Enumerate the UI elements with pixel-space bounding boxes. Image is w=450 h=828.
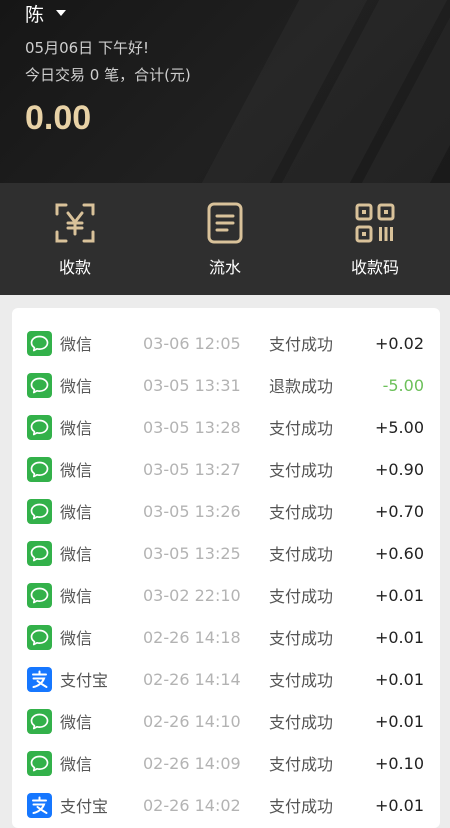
transaction-time: 02-26 14:02 [143,795,241,815]
transaction-time: 03-06 12:05 [143,333,241,353]
channel-name: 支付宝 [60,671,109,690]
action-bar: 收款 流水 收款码 [0,183,450,295]
transaction-status: 支付成功 [269,419,334,438]
transaction-time: 03-05 13:27 [143,459,241,479]
transaction-status: 支付成功 [269,713,334,732]
transaction-status: 支付成功 [269,755,334,774]
qr-code-button[interactable]: 收款码 [300,183,450,295]
channel-name: 微信 [60,545,93,564]
transaction-amount: +0.01 [374,585,424,605]
wechat-icon [27,330,52,356]
transaction-status: 支付成功 [269,461,334,480]
transaction-row[interactable]: 微信 03-05 13:25 支付成功 +0.60 [12,532,440,574]
transaction-amount: +0.01 [374,711,424,731]
header: 陈 05月06日 下午好! 今日交易 0 笔，合计(元) 0.00 [0,0,450,183]
channel-name: 微信 [60,587,93,606]
wechat-icon [27,456,52,482]
transaction-amount: +5.00 [374,417,424,437]
channel-name: 微信 [60,419,93,438]
alipay-icon [27,666,52,692]
yuan-scan-icon [55,203,95,243]
channel-name: 微信 [60,503,93,522]
action-label: 收款 [58,258,91,277]
alipay-icon [27,792,52,818]
document-icon [207,202,243,244]
transaction-row[interactable]: 微信 03-06 12:05 支付成功 +0.02 [12,322,440,364]
transaction-status: 支付成功 [269,335,334,354]
wechat-icon [27,498,52,524]
transaction-row[interactable]: 微信 02-26 14:18 支付成功 +0.01 [12,616,440,658]
action-label: 收款码 [350,258,399,277]
transaction-row[interactable]: 支付宝 02-26 14:02 支付成功 +0.01 [12,784,440,826]
channel-name: 支付宝 [60,797,109,816]
wechat-icon [27,750,52,776]
transaction-status: 支付成功 [269,587,334,606]
action-label: 流水 [208,258,241,277]
transaction-status: 支付成功 [269,671,334,690]
user-name: 陈 [25,3,45,26]
transaction-amount: +0.02 [374,333,424,353]
transaction-amount: +0.70 [374,501,424,521]
transaction-amount: +0.01 [374,669,424,689]
qr-code-icon [355,203,395,243]
transaction-list: 微信 03-06 12:05 支付成功 +0.02 微信 03-05 13:31 退款成功 -… [12,308,440,828]
transaction-amount: +0.01 [374,795,424,815]
transaction-time: 02-26 14:09 [143,753,241,773]
transaction-time: 02-26 14:14 [143,669,241,689]
ledger-button[interactable]: 流水 [150,183,300,295]
transaction-status: 支付成功 [269,629,334,648]
transaction-row[interactable]: 支付宝 02-26 14:14 支付成功 +0.01 [12,658,440,700]
transaction-status: 支付成功 [269,797,334,816]
transaction-time: 03-05 13:26 [143,501,241,521]
wechat-icon [27,414,52,440]
today-total: 0.00 [25,99,92,137]
channel-name: 微信 [60,713,93,732]
channel-name: 微信 [60,335,93,354]
transaction-amount: -5.00 [382,375,424,395]
transaction-amount: +0.01 [374,627,424,647]
transaction-row[interactable]: 微信 03-05 13:26 支付成功 +0.70 [12,490,440,532]
channel-name: 微信 [60,629,93,648]
caret-down-icon [56,10,67,16]
transaction-row[interactable]: 微信 03-05 13:27 支付成功 +0.90 [12,448,440,490]
transaction-time: 03-05 13:31 [143,375,241,395]
transaction-status: 支付成功 [269,503,334,522]
wechat-icon [27,708,52,734]
transaction-row[interactable]: 微信 02-26 14:10 支付成功 +0.01 [12,700,440,742]
transaction-time: 03-05 13:28 [143,417,241,437]
wechat-icon [27,372,52,398]
transaction-time: 02-26 14:18 [143,627,241,647]
wechat-icon [27,624,52,650]
transaction-status: 退款成功 [269,377,334,396]
transaction-amount: +0.90 [374,459,424,479]
wechat-icon [27,582,52,608]
collect-button[interactable]: 收款 [0,183,150,295]
transaction-amount: +0.10 [374,753,424,773]
channel-name: 微信 [60,461,93,480]
transaction-row[interactable]: 微信 02-26 14:09 支付成功 +0.10 [12,742,440,784]
today-summary: 今日交易 0 笔，合计(元) [25,66,191,84]
transaction-status: 支付成功 [269,545,334,564]
channel-name: 微信 [60,377,93,396]
transaction-time: 02-26 14:10 [143,711,241,731]
transaction-row[interactable]: 微信 03-05 13:31 退款成功 -5.00 [12,364,440,406]
user-switcher[interactable]: 陈 [25,0,67,26]
greeting-text: 05月06日 下午好! [25,39,149,57]
transaction-amount: +0.60 [374,543,424,563]
wechat-icon [27,540,52,566]
transaction-time: 03-02 22:10 [143,585,241,605]
transaction-time: 03-05 13:25 [143,543,241,563]
channel-name: 微信 [60,755,93,774]
transaction-row[interactable]: 微信 03-05 13:28 支付成功 +5.00 [12,406,440,448]
transaction-row[interactable]: 微信 03-02 22:10 支付成功 +0.01 [12,574,440,616]
